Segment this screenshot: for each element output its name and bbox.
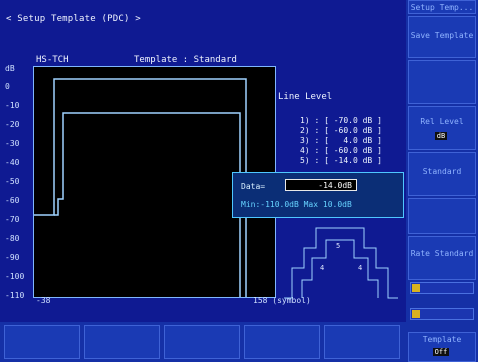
y-tick: -80	[5, 234, 20, 243]
line-level-item[interactable]: 1) : [ -70.0 dB ]	[300, 116, 382, 125]
data-entry-range: Min:-110.0dB Max 10.0dB	[241, 200, 352, 209]
svg-text:4: 4	[358, 264, 362, 272]
indicator-bar-1	[410, 282, 474, 294]
softkey-menu-title: Setup Temp...	[408, 0, 476, 14]
bottom-softkey-2[interactable]	[84, 325, 160, 359]
screen-title: < Setup Template (PDC) >	[6, 14, 141, 24]
template-label: Template : Standard	[134, 55, 237, 65]
y-tick: -20	[5, 120, 20, 129]
line-level-item[interactable]: 3) : [ 4.0 dB ]	[300, 136, 382, 145]
line-level-title: Line Level	[278, 92, 333, 102]
y-tick: 0	[5, 82, 10, 91]
rate-standard-softkey[interactable]: Rate Standard	[408, 236, 476, 280]
softkey-2[interactable]	[408, 60, 476, 104]
indicator-bar-2	[410, 308, 474, 320]
mini-template-diagram: 5 4 4	[284, 227, 398, 299]
y-tick: -30	[5, 139, 20, 148]
rel-level-unit-chip: dB	[434, 132, 448, 140]
template-state-chip: Off	[432, 348, 450, 356]
bottom-softkey-3[interactable]	[164, 325, 240, 359]
line-level-item[interactable]: 4) : [ -60.0 dB ]	[300, 146, 382, 155]
bottom-softkey-4[interactable]	[244, 325, 320, 359]
lower-limit-line	[54, 112, 241, 297]
bottom-softkey-1[interactable]	[4, 325, 80, 359]
svg-text:5: 5	[336, 242, 340, 250]
y-tick: -100	[5, 272, 25, 281]
bottom-softkey-5[interactable]	[324, 325, 400, 359]
y-tick: -40	[5, 158, 20, 167]
analyzer-screen: < Setup Template (PDC) > HS-TCH Template…	[0, 0, 478, 362]
standard-softkey[interactable]: Standard	[408, 152, 476, 196]
save-template-softkey[interactable]: Save Template	[408, 16, 476, 58]
softkey-5[interactable]	[408, 198, 476, 234]
mode-label: HS-TCH	[36, 55, 69, 65]
y-tick: -110	[5, 291, 25, 300]
upper-limit-line	[34, 78, 247, 297]
line-level-item[interactable]: 2) : [ -60.0 dB ]	[300, 126, 382, 135]
data-entry-popup: Data= -14.0dB Min:-110.0dB Max 10.0dB	[232, 172, 404, 218]
y-tick: -60	[5, 196, 20, 205]
data-entry-field[interactable]: -14.0dB	[285, 179, 357, 191]
line-level-item[interactable]: 5) : [ -14.0 dB ]	[300, 156, 382, 165]
svg-text:4: 4	[320, 264, 324, 272]
softkey-panel: Setup Temp... Save Template Rel Level dB…	[406, 0, 478, 362]
bottom-softkey-bar	[0, 322, 406, 362]
y-tick: -50	[5, 177, 20, 186]
x-axis-left-label: -38	[36, 296, 51, 305]
data-entry-label: Data=	[241, 182, 266, 191]
y-tick: -70	[5, 215, 20, 224]
y-tick: -10	[5, 101, 20, 110]
rel-level-softkey[interactable]: Rel Level dB	[408, 106, 476, 150]
y-tick: -90	[5, 253, 20, 262]
template-onoff-softkey[interactable]: Template Off	[408, 332, 476, 362]
y-axis: 0 -10 -20 -30 -40 -50 -60 -70 -80 -90 -1…	[3, 72, 31, 300]
